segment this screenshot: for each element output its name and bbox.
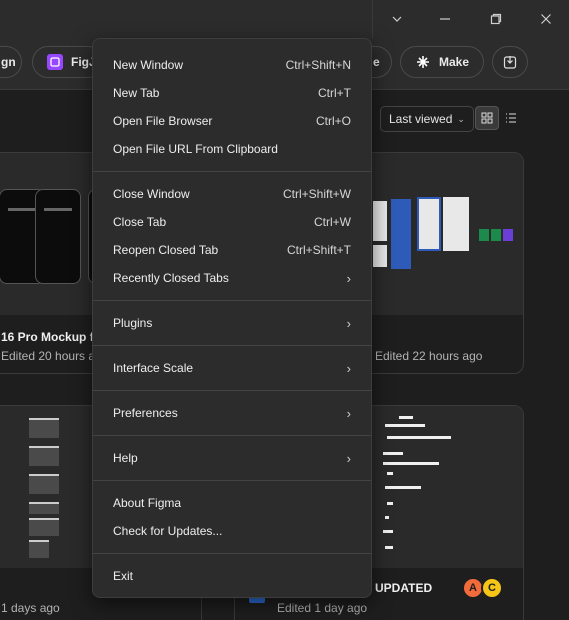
file-edited-time: 1 days ago xyxy=(1,601,60,615)
file-edited-time: Edited 20 hours a xyxy=(1,349,96,363)
menu-item-new-window[interactable]: New Window Ctrl+Shift+N xyxy=(93,51,371,79)
chevron-right-icon: › xyxy=(346,270,351,286)
file-edited-time: Edited 22 hours ago xyxy=(375,349,483,363)
menu-item-label: Help xyxy=(113,451,138,465)
minimize-icon xyxy=(440,18,450,20)
restore-icon xyxy=(490,13,502,25)
menu-item-help[interactable]: Help › xyxy=(93,444,371,472)
menu-item-label: Close Window xyxy=(113,187,190,201)
menu-item-preferences[interactable]: Preferences › xyxy=(93,399,371,427)
menu-item-close-window[interactable]: Close Window Ctrl+Shift+W xyxy=(93,180,371,208)
menu-item-shortcut: Ctrl+W xyxy=(314,215,351,229)
menu-item-label: Exit xyxy=(113,569,134,583)
design-button-label: gn xyxy=(1,55,16,69)
chevron-down-icon xyxy=(392,16,402,22)
menu-separator xyxy=(93,480,371,481)
file-title: UPDATED xyxy=(375,581,433,595)
chevron-right-icon: › xyxy=(346,405,351,421)
file-edited-time: Edited 1 day ago xyxy=(277,601,368,615)
menu-item-label: Close Tab xyxy=(113,215,167,229)
make-icon xyxy=(415,54,431,70)
grid-icon xyxy=(481,112,493,124)
chevron-right-icon: › xyxy=(346,315,351,331)
chevron-right-icon: › xyxy=(346,360,351,376)
title-bar xyxy=(0,0,569,38)
menu-separator xyxy=(93,171,371,172)
menu-item-label: Reopen Closed Tab xyxy=(113,243,219,257)
menu-item-new-tab[interactable]: New Tab Ctrl+T xyxy=(93,79,371,107)
menu-item-label: Interface Scale xyxy=(113,361,194,375)
design-button[interactable]: gn xyxy=(0,46,22,78)
figjam-icon xyxy=(47,54,63,70)
menu-item-close-tab[interactable]: Close Tab Ctrl+W xyxy=(93,208,371,236)
menu-item-label: New Tab xyxy=(113,86,160,100)
slides-button-label: e xyxy=(373,55,380,69)
chevron-down-icon: ⌄ xyxy=(457,113,465,124)
import-icon xyxy=(503,56,517,69)
minimize-button[interactable] xyxy=(420,0,470,38)
menu-item-shortcut: Ctrl+O xyxy=(315,114,351,128)
phone-mockup-image xyxy=(35,189,81,284)
close-icon xyxy=(541,14,551,24)
make-button[interactable]: Make xyxy=(400,46,484,78)
menu-item-check-for-updates[interactable]: Check for Updates... xyxy=(93,517,371,545)
menu-item-shortcut: Ctrl+Shift+W xyxy=(282,187,351,201)
menu-item-open-file-browser[interactable]: Open File Browser Ctrl+O xyxy=(93,107,371,135)
menu-item-open-file-url-from-clipboard[interactable]: Open File URL From Clipboard xyxy=(93,135,371,163)
menu-item-recently-closed-tabs[interactable]: Recently Closed Tabs › xyxy=(93,264,371,292)
file-title: 16 Pro Mockup for xyxy=(1,330,106,344)
tabs-dropdown-button[interactable] xyxy=(372,0,422,38)
chevron-right-icon: › xyxy=(346,450,351,466)
menu-item-label: Check for Updates... xyxy=(113,524,223,538)
menu-item-shortcut: Ctrl+Shift+N xyxy=(285,58,351,72)
menu-item-plugins[interactable]: Plugins › xyxy=(93,309,371,337)
import-button[interactable] xyxy=(492,46,528,78)
menu-item-label: Open File URL From Clipboard xyxy=(113,142,278,156)
menu-item-label: Plugins xyxy=(113,316,153,330)
menu-item-interface-scale[interactable]: Interface Scale › xyxy=(93,354,371,382)
menu-separator xyxy=(93,390,371,391)
menu-item-label: Open File Browser xyxy=(113,114,213,128)
grid-view-button[interactable] xyxy=(475,106,499,130)
menu-item-exit[interactable]: Exit xyxy=(93,562,371,590)
menu-item-label: About Figma xyxy=(113,496,182,510)
menu-item-reopen-closed-tab[interactable]: Reopen Closed Tab Ctrl+Shift+T xyxy=(93,236,371,264)
menu-separator xyxy=(93,553,371,554)
menu-item-label: Preferences xyxy=(113,406,178,420)
main-menu: New Window Ctrl+Shift+N New Tab Ctrl+T O… xyxy=(92,38,372,598)
list-view-button[interactable] xyxy=(499,106,523,130)
make-button-label: Make xyxy=(439,55,470,69)
menu-item-label: Recently Closed Tabs xyxy=(113,271,229,285)
menu-item-shortcut: Ctrl+T xyxy=(318,86,351,100)
menu-item-label: New Window xyxy=(113,58,184,72)
sort-dropdown-label: Last viewed xyxy=(389,112,453,126)
menu-item-about-figma[interactable]: About Figma xyxy=(93,489,371,517)
menu-separator xyxy=(93,300,371,301)
menu-separator xyxy=(93,345,371,346)
restore-button[interactable] xyxy=(471,0,521,38)
sort-dropdown[interactable]: Last viewed ⌄ xyxy=(380,106,474,132)
menu-separator xyxy=(93,435,371,436)
menu-item-shortcut: Ctrl+Shift+T xyxy=(286,243,351,257)
list-icon xyxy=(506,113,516,123)
avatar: C xyxy=(481,577,503,599)
close-window-button[interactable] xyxy=(521,0,569,38)
